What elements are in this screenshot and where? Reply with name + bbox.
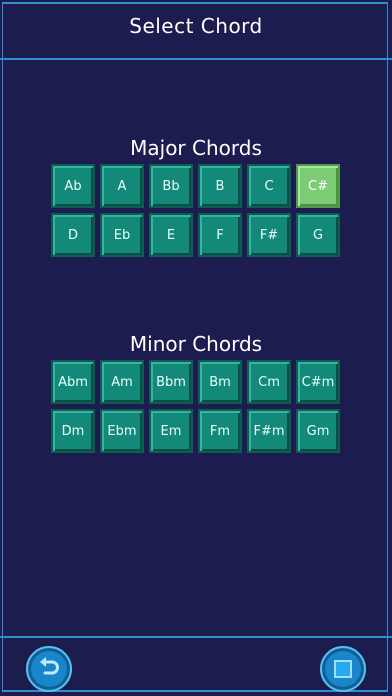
major-chord-button[interactable]: Ab [51, 164, 95, 208]
header-bar: Select Chord [0, 0, 392, 60]
minor-chord-button[interactable]: Abm [51, 360, 95, 404]
major-chord-button[interactable]: B [198, 164, 242, 208]
major-chord-button[interactable]: D [51, 213, 95, 257]
minor-chord-button[interactable]: Bbm [149, 360, 193, 404]
undo-arrow-icon [37, 656, 61, 682]
major-chord-button[interactable]: Bb [149, 164, 193, 208]
minor-chords-title: Minor Chords [129, 332, 263, 356]
minor-chord-button[interactable]: C#m [296, 360, 340, 404]
page-title: Select Chord [129, 14, 263, 38]
minor-chord-button[interactable]: Dm [51, 409, 95, 453]
minor-chord-button[interactable]: Gm [296, 409, 340, 453]
major-chord-button[interactable]: F [198, 213, 242, 257]
major-chords-grid: Ab A Bb B C C# D Eb E F F# G [51, 164, 341, 257]
minor-chord-button[interactable]: Em [149, 409, 193, 453]
major-chord-button[interactable]: E [149, 213, 193, 257]
minor-chord-button[interactable]: Bm [198, 360, 242, 404]
minor-chord-button[interactable]: Fm [198, 409, 242, 453]
footer-bar [0, 636, 392, 696]
stop-button[interactable] [320, 646, 366, 692]
major-chord-button[interactable]: A [100, 164, 144, 208]
back-button[interactable] [26, 646, 72, 692]
minor-chords-grid: Abm Am Bbm Bm Cm C#m Dm Ebm Em Fm F#m Gm [51, 360, 341, 453]
major-chord-button[interactable]: G [296, 213, 340, 257]
major-chords-title: Major Chords [130, 136, 262, 160]
minor-chord-button[interactable]: Cm [247, 360, 291, 404]
minor-chord-button[interactable]: Am [100, 360, 144, 404]
major-chord-button[interactable]: F# [247, 213, 291, 257]
minor-chord-button[interactable]: Ebm [100, 409, 144, 453]
stop-square-icon [334, 660, 352, 678]
major-chord-button[interactable]: C [247, 164, 291, 208]
minor-chord-button[interactable]: F#m [247, 409, 291, 453]
major-chord-button[interactable]: C# [296, 164, 340, 208]
major-chord-button[interactable]: Eb [100, 213, 144, 257]
